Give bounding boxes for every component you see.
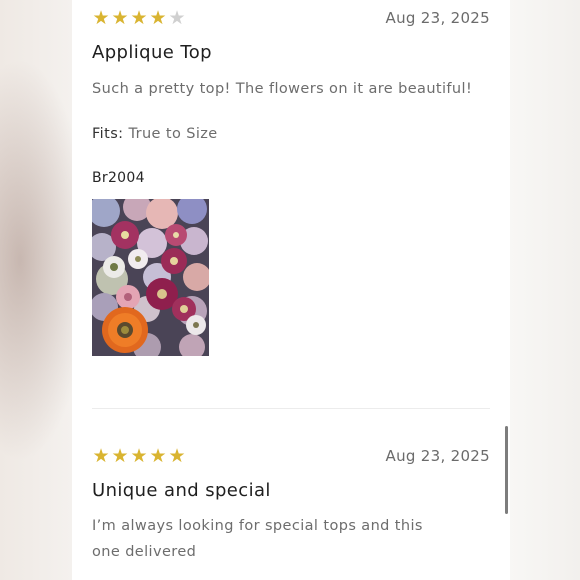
review-title: Unique and special — [92, 480, 271, 501]
scrollbar-thumb[interactable] — [505, 426, 508, 514]
star-filled-icon: ★ — [130, 445, 148, 467]
star-rating: ★ ★ ★ ★ ★ — [92, 8, 186, 28]
star-rating: ★ ★ ★ ★ ★ — [92, 446, 186, 466]
fit-info: Fits: True to Size — [92, 126, 218, 142]
star-filled-icon: ★ — [149, 445, 167, 467]
reviewer-name: Br2004 — [92, 170, 145, 186]
review-body: I’m always looking for special tops and … — [92, 518, 423, 560]
star-filled-icon: ★ — [92, 445, 110, 467]
background-left — [0, 0, 72, 580]
star-filled-icon: ★ — [92, 7, 110, 29]
star-filled-icon: ★ — [111, 445, 129, 467]
fit-label: Fits: — [92, 126, 124, 142]
review-item: ★ ★ ★ ★ ★ Aug 23, 2025 Unique and specia… — [92, 440, 490, 580]
floral-applique-image — [92, 199, 209, 356]
review-divider — [92, 408, 490, 409]
background-right — [510, 0, 580, 580]
review-item: ★ ★ ★ ★ ★ Aug 23, 2025 Applique Top Such… — [92, 0, 490, 400]
review-photo[interactable] — [92, 199, 209, 356]
review-title: Applique Top — [92, 42, 212, 63]
review-body: Such a pretty top! The flowers on it are… — [92, 81, 473, 97]
star-filled-icon: ★ — [111, 7, 129, 29]
review-date: Aug 23, 2025 — [385, 447, 490, 465]
reviews-panel: ★ ★ ★ ★ ★ Aug 23, 2025 Applique Top Such… — [72, 0, 510, 580]
review-date: Aug 23, 2025 — [385, 9, 490, 27]
star-filled-icon: ★ — [149, 7, 167, 29]
star-filled-icon: ★ — [130, 7, 148, 29]
star-empty-icon: ★ — [168, 7, 186, 29]
fit-value: True to Size — [128, 126, 218, 142]
star-filled-icon: ★ — [168, 445, 186, 467]
